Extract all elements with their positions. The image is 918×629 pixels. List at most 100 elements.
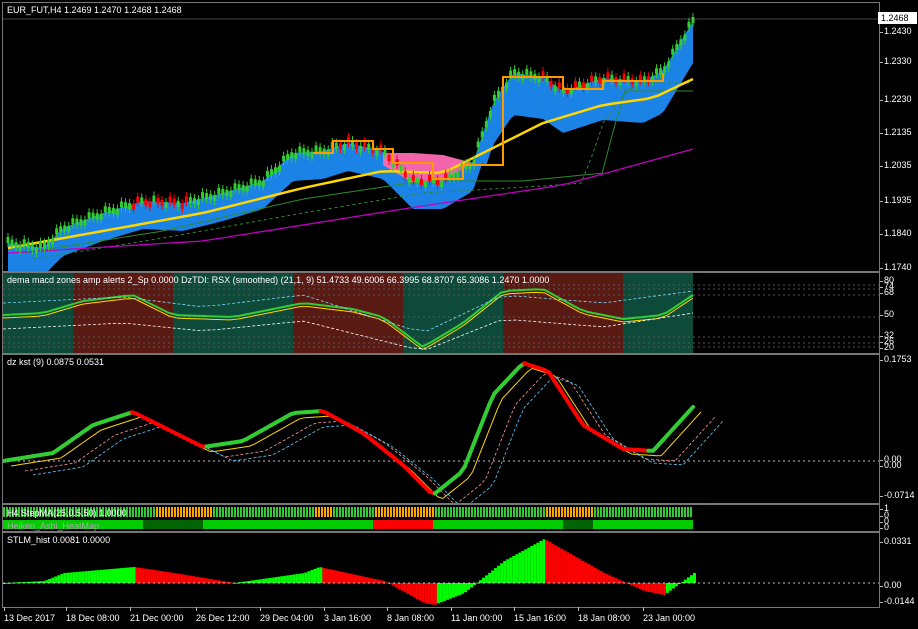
stlm-label: STLM_hist 0.0081 0.0000 xyxy=(7,535,111,545)
stepma-canvas[interactable] xyxy=(3,505,879,531)
stlm-bar-falling xyxy=(563,550,567,583)
bearish-candle xyxy=(557,82,561,89)
stepma-bar-down xyxy=(591,507,593,517)
scale-tick xyxy=(880,281,883,282)
stlm-bar-falling xyxy=(361,576,365,583)
stepma-bar-up xyxy=(462,507,464,517)
kst-main-segment xyxy=(467,439,477,457)
stepma-bar-up xyxy=(633,507,635,517)
tdi-indicator-pane[interactable]: dema macd zones amp alerts 2_Sp 0.0000 D… xyxy=(2,272,880,354)
bullish-candle xyxy=(342,144,346,151)
stepma-bar-up xyxy=(609,507,611,517)
stlm-bar-falling xyxy=(659,583,663,595)
bullish-candle xyxy=(452,172,456,179)
scale-tick xyxy=(880,287,883,288)
bullish-candle xyxy=(286,153,290,160)
price-chart-pane[interactable]: EUR_FUT,H4 1.2469 1.2470 1.2468 1.2468 xyxy=(2,2,880,272)
stepma-bar-up xyxy=(480,507,482,517)
bullish-candle xyxy=(399,165,403,172)
stepma-bar-down xyxy=(570,507,572,517)
stepma-bar-up xyxy=(279,507,281,517)
stlm-bar-falling xyxy=(412,583,416,598)
stlm-bar-falling xyxy=(171,572,175,583)
time-axis-label: 29 Dec 04:00 xyxy=(260,613,314,623)
bearish-candle xyxy=(419,179,423,185)
stepma-pane[interactable]: H4 StepMA(25,0.5,50) 1.0000 Heiken_Ashi_… xyxy=(2,504,880,532)
stepma-bar-down xyxy=(201,507,203,517)
bullish-candle xyxy=(22,239,26,246)
stlm-bar-rising xyxy=(51,577,55,583)
bearish-candle xyxy=(411,175,415,181)
stepma-bar-up xyxy=(669,507,671,517)
stlm-bar-rising xyxy=(69,572,73,583)
stepma-bar-up xyxy=(249,507,251,517)
bullish-candle xyxy=(306,150,310,157)
stepma-bar-up xyxy=(357,507,359,517)
bullish-candle xyxy=(314,145,318,152)
stlm-bar-falling xyxy=(138,567,142,583)
stlm-scale-label: 0.00 xyxy=(884,580,902,590)
scale-tick xyxy=(880,602,883,603)
stlm-bar-rising xyxy=(451,583,455,598)
stlm-bar-falling xyxy=(415,583,419,600)
scale-tick xyxy=(880,342,883,343)
kst-indicator-pane[interactable]: dz kst (9) 0.0875 0.0531 xyxy=(2,354,880,504)
stepma-bar-up xyxy=(456,507,458,517)
scale-tick xyxy=(880,133,883,134)
stlm-bar-falling xyxy=(545,540,549,583)
stlm-bar-falling xyxy=(373,578,377,583)
bullish-candle xyxy=(6,237,10,243)
bearish-candle xyxy=(387,155,391,162)
heatmap-segment xyxy=(373,520,433,529)
kst-scale-label: 0.1753 xyxy=(884,354,912,364)
scale-tick xyxy=(880,201,883,202)
kst-canvas[interactable] xyxy=(3,355,879,503)
stlm-bar-falling xyxy=(195,576,199,583)
stepma-bar-up xyxy=(483,507,485,517)
bullish-candle xyxy=(75,218,79,225)
stlm-bar-rising xyxy=(515,554,519,583)
stepma-bar-up xyxy=(540,507,542,517)
price-scale-label: 1.2135 xyxy=(884,127,912,137)
bullish-candle xyxy=(671,48,675,55)
stepma-bar-down xyxy=(417,507,419,517)
scale-tick xyxy=(880,293,883,294)
stepma-bar-up xyxy=(225,507,227,517)
stepma-bar-down xyxy=(426,507,428,517)
bullish-candle xyxy=(164,202,168,209)
stlm-canvas[interactable] xyxy=(3,533,879,607)
stepma-bar-up xyxy=(273,507,275,517)
stepma-bar-down xyxy=(165,507,167,517)
stlm-bar-falling xyxy=(135,567,139,583)
stlm-bar-falling xyxy=(554,545,558,583)
price-chart-canvas[interactable] xyxy=(3,3,879,271)
heatmap-label: Heiken_Ashi_HeatMap xyxy=(7,521,100,531)
bearish-candle xyxy=(355,142,359,149)
stepma-bar-up xyxy=(453,507,455,517)
tdi-canvas[interactable] xyxy=(3,273,879,353)
stepma-bar-up xyxy=(459,507,461,517)
stlm-bar-rising xyxy=(503,560,507,583)
stepma-bar-up xyxy=(147,507,149,517)
stepma-bar-up xyxy=(132,507,134,517)
stepma-bar-down xyxy=(558,507,560,517)
stlm-bar-falling xyxy=(656,583,660,594)
stepma-bar-up xyxy=(288,507,290,517)
stepma-bar-down xyxy=(405,507,407,517)
stepma-bar-up xyxy=(654,507,656,517)
stepma-bar-up xyxy=(333,507,335,517)
stepma-bar-up xyxy=(645,507,647,517)
stlm-indicator-pane[interactable]: STLM_hist 0.0081 0.0000 xyxy=(2,532,880,608)
price-scale-label: 1.2330 xyxy=(884,56,912,66)
stlm-bar-falling xyxy=(638,583,642,590)
stepma-bar-up xyxy=(504,507,506,517)
stlm-bar-falling xyxy=(409,583,413,596)
scale-tick xyxy=(880,542,883,543)
stlm-bar-rising xyxy=(457,583,461,596)
bullish-candle xyxy=(205,193,209,200)
time-axis-tick xyxy=(196,607,197,611)
bearish-candle xyxy=(590,75,594,82)
bullish-candle xyxy=(30,244,34,251)
bullish-candle xyxy=(683,34,687,41)
bullish-candle xyxy=(55,228,59,235)
